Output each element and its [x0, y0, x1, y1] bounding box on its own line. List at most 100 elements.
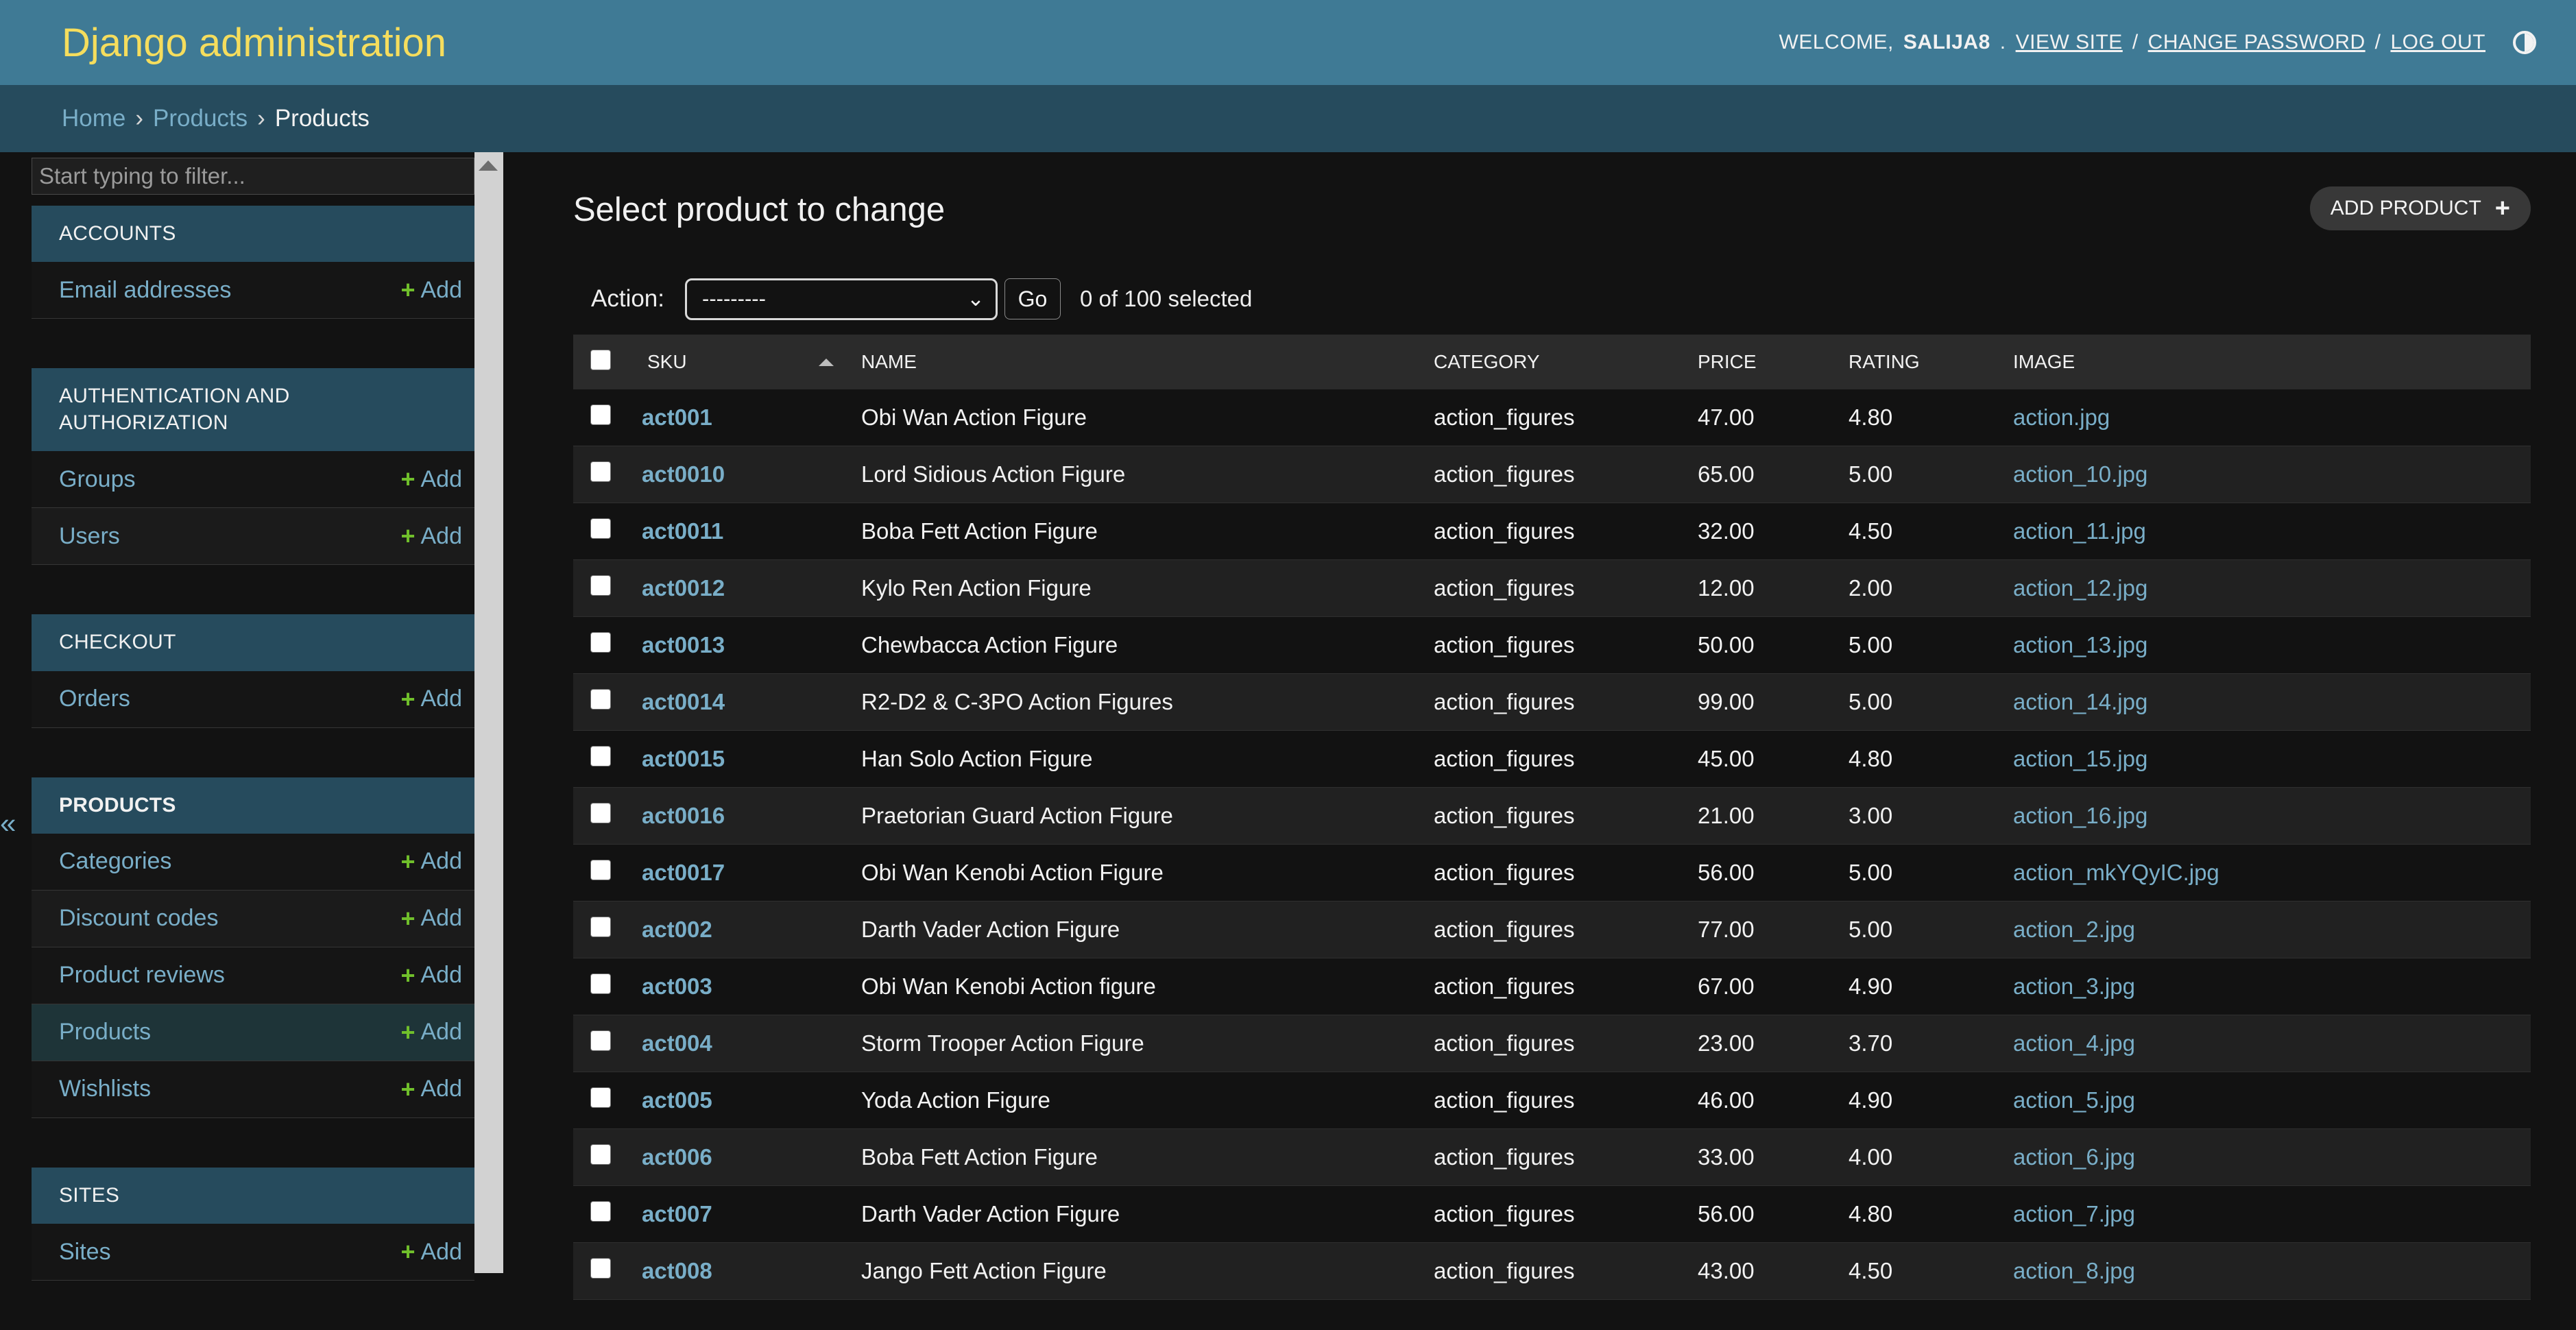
- table-row[interactable]: act0015 Han Solo Action Figure action_fi…: [573, 730, 2531, 788]
- breadcrumb-home[interactable]: Home: [62, 105, 125, 132]
- add-order-button[interactable]: + Add: [400, 686, 462, 712]
- sidebar-item-label[interactable]: Users: [59, 523, 120, 550]
- image-link[interactable]: action_2.jpg: [2013, 917, 2135, 942]
- rating-header-label[interactable]: RATING: [1835, 351, 1920, 372]
- image-cell[interactable]: action_16.jpg: [1999, 787, 2531, 845]
- sku-link[interactable]: act0015: [642, 746, 725, 771]
- module-title-accounts[interactable]: ACCOUNTS: [32, 206, 474, 263]
- table-row[interactable]: act001 Obi Wan Action Figure action_figu…: [573, 389, 2531, 446]
- sidebar-item-users[interactable]: Users + Add: [32, 508, 474, 566]
- image-link[interactable]: action_8.jpg: [2013, 1258, 2135, 1283]
- image-link[interactable]: action_12.jpg: [2013, 575, 2147, 601]
- price-column-header[interactable]: PRICE: [1684, 335, 1835, 389]
- image-link[interactable]: action_5.jpg: [2013, 1087, 2135, 1113]
- row-checkbox[interactable]: [590, 518, 611, 539]
- add-wishlist-button[interactable]: + Add: [400, 1076, 462, 1102]
- row-checkbox-cell[interactable]: [573, 958, 628, 1015]
- row-checkbox-cell[interactable]: [573, 787, 628, 845]
- sku-cell[interactable]: act002: [628, 901, 847, 958]
- go-button[interactable]: Go: [1004, 278, 1061, 319]
- sidebar-item-product-reviews[interactable]: Product reviews + Add: [32, 947, 474, 1004]
- sort-ascending-icon[interactable]: [819, 358, 834, 366]
- image-cell[interactable]: action_4.jpg: [1999, 1015, 2531, 1072]
- row-checkbox[interactable]: [590, 746, 611, 766]
- image-header-label[interactable]: IMAGE: [1999, 351, 2075, 372]
- sidebar-item-label[interactable]: Products: [59, 1019, 151, 1045]
- image-link[interactable]: action_3.jpg: [2013, 974, 2135, 999]
- image-link[interactable]: action_16.jpg: [2013, 803, 2147, 828]
- row-checkbox[interactable]: [590, 1030, 611, 1051]
- scroll-up-icon[interactable]: [479, 160, 498, 171]
- sidebar-item-discount-codes[interactable]: Discount codes + Add: [32, 890, 474, 947]
- table-row[interactable]: act005 Yoda Action Figure action_figures…: [573, 1072, 2531, 1129]
- row-checkbox-cell[interactable]: [573, 1128, 628, 1186]
- image-link[interactable]: action_11.jpg: [2013, 518, 2146, 544]
- theme-toggle-icon[interactable]: [2513, 31, 2536, 54]
- collapse-sidebar-icon[interactable]: «: [0, 807, 16, 840]
- image-cell[interactable]: action_7.jpg: [1999, 1185, 2531, 1243]
- select-all-checkbox[interactable]: [590, 349, 611, 370]
- image-link[interactable]: action_6.jpg: [2013, 1144, 2135, 1170]
- module-title-products[interactable]: PRODUCTS: [32, 777, 474, 834]
- add-product-button[interactable]: ADD PRODUCT +: [2309, 186, 2531, 230]
- sku-cell[interactable]: act0015: [628, 730, 847, 788]
- row-checkbox[interactable]: [590, 404, 611, 425]
- add-category-button[interactable]: + Add: [400, 848, 462, 875]
- row-checkbox-cell[interactable]: [573, 446, 628, 503]
- site-title[interactable]: Django administration: [62, 20, 446, 66]
- price-header-label[interactable]: PRICE: [1684, 351, 1757, 372]
- row-checkbox-cell[interactable]: [573, 673, 628, 731]
- row-checkbox-cell[interactable]: [573, 1015, 628, 1072]
- add-site-button[interactable]: + Add: [400, 1239, 462, 1266]
- row-checkbox-cell[interactable]: [573, 503, 628, 560]
- image-cell[interactable]: action_6.jpg: [1999, 1128, 2531, 1186]
- sku-link[interactable]: act0011: [642, 518, 723, 544]
- sku-link[interactable]: act004: [642, 1030, 712, 1056]
- row-checkbox-cell[interactable]: [573, 616, 628, 674]
- row-checkbox[interactable]: [590, 575, 611, 596]
- image-cell[interactable]: action_14.jpg: [1999, 673, 2531, 731]
- sku-link[interactable]: act0010: [642, 461, 725, 487]
- sku-link[interactable]: act001: [642, 404, 712, 430]
- sidebar-item-label[interactable]: Email addresses: [59, 277, 231, 304]
- category-header-label[interactable]: CATEGORY: [1420, 351, 1540, 372]
- image-link[interactable]: action_7.jpg: [2013, 1201, 2135, 1226]
- sidebar-item-sites[interactable]: Sites + Add: [32, 1224, 474, 1281]
- sku-cell[interactable]: act0011: [628, 503, 847, 560]
- row-checkbox[interactable]: [590, 974, 611, 994]
- image-cell[interactable]: action_5.jpg: [1999, 1072, 2531, 1129]
- table-row[interactable]: act0016 Praetorian Guard Action Figure a…: [573, 787, 2531, 845]
- sku-link[interactable]: act0012: [642, 575, 725, 601]
- table-row[interactable]: act0012 Kylo Ren Action Figure action_fi…: [573, 559, 2531, 617]
- breadcrumb-products-app[interactable]: Products: [153, 105, 248, 132]
- add-product-sidebar-button[interactable]: + Add: [400, 1019, 462, 1045]
- rating-column-header[interactable]: RATING: [1835, 335, 1999, 389]
- table-row[interactable]: act004 Storm Trooper Action Figure actio…: [573, 1015, 2531, 1072]
- row-checkbox[interactable]: [590, 689, 611, 710]
- table-row[interactable]: act0010 Lord Sidious Action Figure actio…: [573, 446, 2531, 503]
- sku-cell[interactable]: act004: [628, 1015, 847, 1072]
- sku-link[interactable]: act0014: [642, 689, 725, 714]
- add-user-button[interactable]: + Add: [400, 523, 462, 550]
- sidebar-item-orders[interactable]: Orders + Add: [32, 670, 474, 728]
- row-checkbox-cell[interactable]: [573, 844, 628, 902]
- sku-cell[interactable]: act0016: [628, 787, 847, 845]
- add-group-button[interactable]: + Add: [400, 466, 462, 493]
- sku-cell[interactable]: act0017: [628, 844, 847, 902]
- row-checkbox[interactable]: [590, 1201, 611, 1222]
- image-column-header[interactable]: IMAGE: [1999, 335, 2531, 389]
- image-cell[interactable]: action_3.jpg: [1999, 958, 2531, 1015]
- sku-cell[interactable]: act0013: [628, 616, 847, 674]
- name-header-label[interactable]: NAME: [847, 351, 917, 372]
- row-checkbox[interactable]: [590, 917, 611, 937]
- sku-link[interactable]: act007: [642, 1201, 712, 1226]
- sku-link[interactable]: act003: [642, 974, 712, 999]
- sku-link[interactable]: act006: [642, 1144, 712, 1170]
- row-checkbox[interactable]: [590, 632, 611, 653]
- sidebar-item-categories[interactable]: Categories + Add: [32, 833, 474, 891]
- image-cell[interactable]: action_15.jpg: [1999, 730, 2531, 788]
- table-row[interactable]: act0011 Boba Fett Action Figure action_f…: [573, 503, 2531, 560]
- row-checkbox-cell[interactable]: [573, 1185, 628, 1243]
- select-all-cell[interactable]: [573, 335, 628, 389]
- row-checkbox-cell[interactable]: [573, 389, 628, 446]
